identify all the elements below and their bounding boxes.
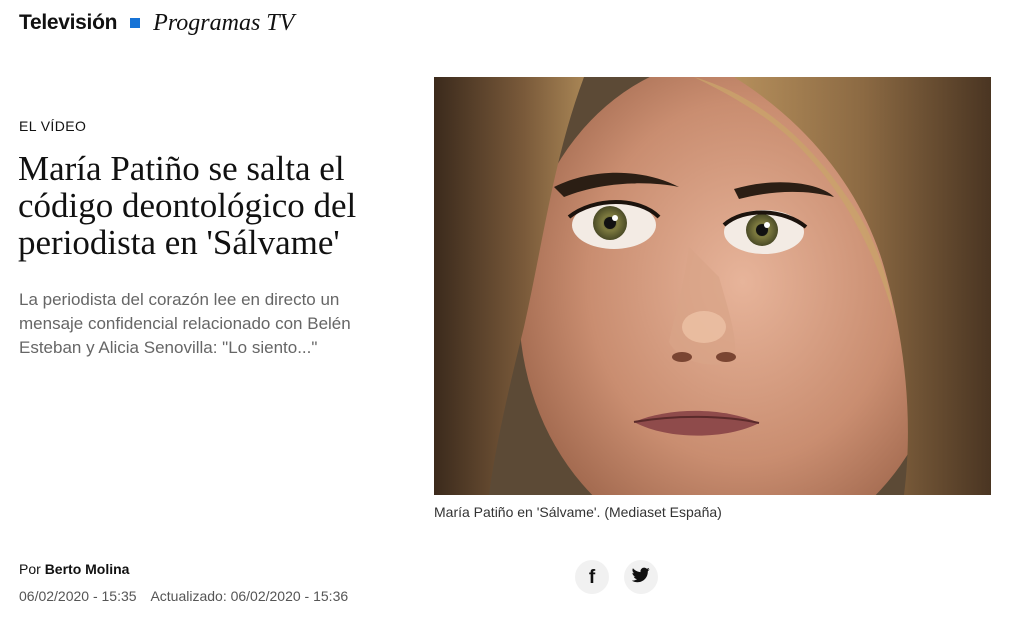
nav-subsection-link[interactable]: Programas TV bbox=[153, 10, 294, 37]
published-date: 06/02/2020 - 15:35 bbox=[19, 588, 137, 604]
nav-section-link[interactable]: Televisión bbox=[19, 11, 117, 35]
section-nav: Televisión Programas TV bbox=[19, 8, 294, 38]
nav-separator-square bbox=[130, 18, 141, 28]
article-headline: María Patiño se salta el código deontoló… bbox=[18, 149, 357, 262]
share-twitter-button[interactable] bbox=[624, 560, 658, 594]
article-main-image[interactable] bbox=[434, 77, 991, 495]
article-kicker: EL VÍDEO bbox=[19, 118, 87, 134]
byline-prefix: Por bbox=[19, 561, 41, 577]
image-caption: María Patiño en 'Sálvame'. (Mediaset Esp… bbox=[434, 504, 722, 520]
article-dates: 06/02/2020 - 15:35 Actualizado: 06/02/20… bbox=[19, 588, 348, 604]
byline: Por Berto Molina bbox=[19, 561, 129, 577]
article-subtitle: La periodista del corazón lee en directo… bbox=[19, 290, 351, 357]
share-facebook-button[interactable]: f bbox=[575, 560, 609, 594]
twitter-icon bbox=[631, 567, 650, 588]
updated-date: Actualizado: 06/02/2020 - 15:36 bbox=[150, 588, 349, 604]
portrait-photo bbox=[434, 77, 991, 495]
author-link[interactable]: Berto Molina bbox=[45, 561, 130, 577]
facebook-icon: f bbox=[588, 566, 596, 588]
